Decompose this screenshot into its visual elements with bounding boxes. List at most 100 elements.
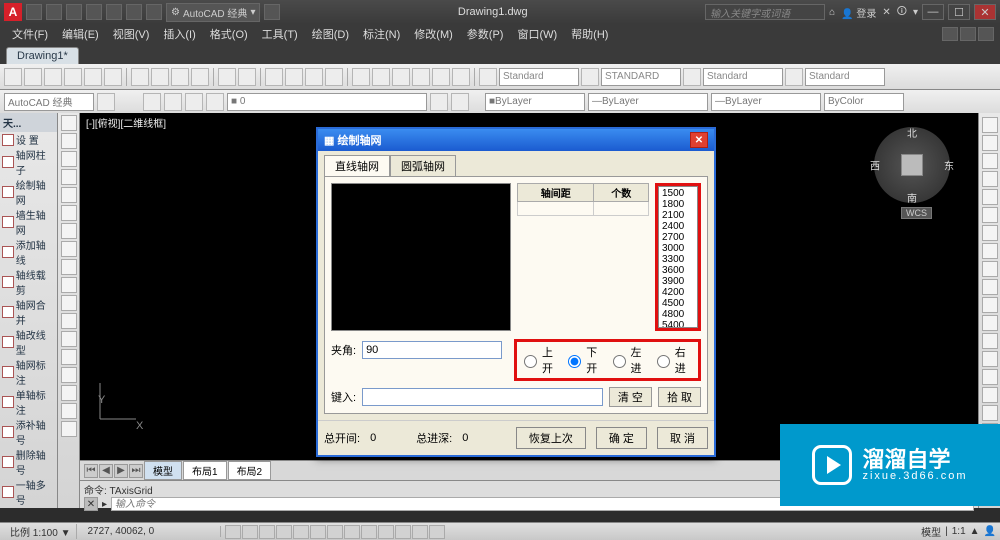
- join-icon[interactable]: [982, 333, 998, 349]
- radio-up[interactable]: 上开: [519, 344, 563, 376]
- restore-button[interactable]: 恢复上次: [516, 427, 586, 449]
- tb-preview-icon[interactable]: [84, 68, 102, 86]
- distance-option[interactable]: 2100: [660, 210, 696, 221]
- palette-item[interactable]: 设 置: [0, 132, 57, 147]
- distance-option[interactable]: 1800: [660, 199, 696, 210]
- tb-open-icon[interactable]: [24, 68, 42, 86]
- dialog-titlebar[interactable]: ▦ 绘制轴网 ✕: [318, 129, 714, 151]
- radio-right[interactable]: 右进: [652, 344, 696, 376]
- erase-icon[interactable]: [982, 117, 998, 133]
- tb-cut-icon[interactable]: [131, 68, 149, 86]
- tab-model[interactable]: 模型: [144, 461, 182, 480]
- ws-settings-icon[interactable]: [97, 93, 115, 111]
- palette-item[interactable]: 单轴标注: [0, 387, 57, 417]
- extend-icon[interactable]: [982, 297, 998, 313]
- workspace-selector[interactable]: ⚙AutoCAD 经典▾: [166, 3, 260, 22]
- infocenter-icon[interactable]: ⌂: [829, 7, 835, 18]
- menu-edit[interactable]: 编辑(E): [56, 24, 105, 44]
- tb-paste-icon[interactable]: [171, 68, 189, 86]
- doc-restore[interactable]: [960, 27, 976, 41]
- spline-icon[interactable]: [61, 241, 77, 257]
- tab-straight-grid[interactable]: 直线轴网: [324, 155, 390, 176]
- distance-option[interactable]: 2700: [660, 232, 696, 243]
- fillet-icon[interactable]: [982, 369, 998, 385]
- qat-undo-icon[interactable]: [86, 4, 102, 20]
- navbar-pan-icon[interactable]: [982, 405, 998, 421]
- help-icon[interactable]: 🛈: [897, 4, 907, 21]
- osnap-icon[interactable]: [293, 525, 309, 539]
- palette-item[interactable]: 轴线载剪: [0, 267, 57, 297]
- gradient-icon[interactable]: [61, 403, 77, 419]
- radio-down[interactable]: 下开: [563, 344, 607, 376]
- palette-item[interactable]: 轴改线型: [0, 327, 57, 357]
- block-icon[interactable]: [61, 367, 77, 383]
- keyin-input[interactable]: [362, 388, 603, 406]
- palette-item[interactable]: 轴号隐现: [0, 507, 57, 508]
- linetype-dd[interactable]: — ByLayer: [588, 93, 708, 111]
- tb-matchprop-icon[interactable]: [191, 68, 209, 86]
- radio-left[interactable]: 左进: [608, 344, 652, 376]
- distance-option[interactable]: 3600: [660, 265, 696, 276]
- menu-format[interactable]: 格式(O): [204, 24, 254, 44]
- dialog-close-button[interactable]: ✕: [690, 132, 708, 148]
- cmd-handle-icon[interactable]: ✕: [84, 497, 98, 511]
- tb-undo-icon[interactable]: [218, 68, 236, 86]
- dimstyle-dd[interactable]: STANDARD: [601, 68, 681, 86]
- palette-title[interactable]: 天...: [0, 113, 57, 132]
- tb-pan-icon[interactable]: [265, 68, 283, 86]
- mlstyle-dd[interactable]: Standard: [805, 68, 885, 86]
- textstyle-dd[interactable]: Standard: [499, 68, 579, 86]
- login-button[interactable]: 登录: [856, 5, 876, 20]
- search-input[interactable]: 输入关键字或词语: [705, 4, 825, 20]
- menu-tools[interactable]: 工具(T): [256, 24, 304, 44]
- menu-window[interactable]: 窗口(W): [511, 24, 563, 44]
- copy-icon[interactable]: [982, 135, 998, 151]
- boundary-icon[interactable]: [61, 421, 77, 437]
- qat-dropdown-icon[interactable]: [264, 4, 280, 20]
- window-close[interactable]: ✕: [974, 4, 996, 20]
- menu-dimension[interactable]: 标注(N): [357, 24, 406, 44]
- distance-option[interactable]: 1500: [660, 188, 696, 199]
- point-icon[interactable]: [61, 313, 77, 329]
- tb-print-icon[interactable]: [64, 68, 82, 86]
- otrack-icon[interactable]: [310, 525, 326, 539]
- workspace-dd[interactable]: AutoCAD 经典: [4, 93, 94, 111]
- file-tab-active[interactable]: Drawing1*: [6, 47, 79, 64]
- axis-table[interactable]: 轴间距个数: [517, 183, 649, 216]
- palette-item[interactable]: 删除轴号: [0, 447, 57, 477]
- tab-prev-icon[interactable]: ◀: [99, 464, 113, 478]
- circle-icon[interactable]: [61, 151, 77, 167]
- tablestyle-dd[interactable]: Standard: [703, 68, 783, 86]
- tb-tpalette-icon[interactable]: [392, 68, 410, 86]
- tb-zoomwin-icon[interactable]: [305, 68, 323, 86]
- tb-publish-icon[interactable]: [104, 68, 122, 86]
- distance-option[interactable]: 4500: [660, 298, 696, 309]
- lineweight-dd[interactable]: — ByLayer: [711, 93, 821, 111]
- trim-icon[interactable]: [982, 279, 998, 295]
- tab-layout2[interactable]: 布局2: [228, 461, 272, 480]
- ortho-icon[interactable]: [259, 525, 275, 539]
- menu-file[interactable]: 文件(F): [6, 24, 54, 44]
- cancel-button[interactable]: 取 消: [657, 427, 708, 449]
- lwt-icon[interactable]: [361, 525, 377, 539]
- distance-option[interactable]: 4200: [660, 287, 696, 298]
- palette-item[interactable]: 轴网柱子: [0, 147, 57, 177]
- status-model[interactable]: 模型: [921, 524, 941, 539]
- tb-dimstyle-icon[interactable]: [581, 68, 599, 86]
- layer-state-icon[interactable]: [164, 93, 182, 111]
- wcs-label[interactable]: WCS: [901, 207, 932, 219]
- pline-icon[interactable]: [61, 133, 77, 149]
- tb-dcenter-icon[interactable]: [372, 68, 390, 86]
- viewcube-top[interactable]: [901, 154, 923, 176]
- hatch-icon[interactable]: [61, 259, 77, 275]
- exchange-icon[interactable]: ✕: [882, 7, 890, 18]
- menu-modify[interactable]: 修改(M): [408, 24, 459, 44]
- tb-prop-icon[interactable]: [352, 68, 370, 86]
- palette-item[interactable]: 轴网合并: [0, 297, 57, 327]
- trans-icon[interactable]: [378, 525, 394, 539]
- tb-style1-icon[interactable]: [479, 68, 497, 86]
- viewcube[interactable]: 北 南 东 西: [874, 127, 950, 203]
- qat-more-icon[interactable]: [146, 4, 162, 20]
- sc-icon[interactable]: [412, 525, 428, 539]
- menu-parametric[interactable]: 参数(P): [461, 24, 510, 44]
